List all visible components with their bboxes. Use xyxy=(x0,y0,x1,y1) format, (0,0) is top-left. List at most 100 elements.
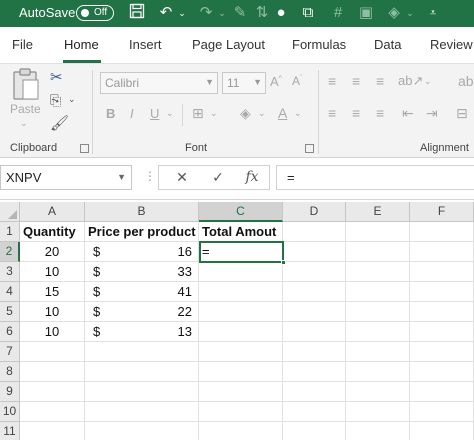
cell[interactable] xyxy=(199,402,283,422)
formula-bar-grip-icon[interactable]: ⋮ xyxy=(144,169,156,183)
cell[interactable] xyxy=(85,362,199,382)
format-painter-qat-icon[interactable]: ✎ xyxy=(230,3,250,23)
borders-dropdown-icon[interactable]: ⌄ xyxy=(210,108,218,119)
tab-review[interactable]: Review xyxy=(430,37,473,52)
cell[interactable] xyxy=(283,402,346,422)
cell[interactable] xyxy=(85,342,199,362)
wrap-text-icon[interactable]: ab xyxy=(458,73,474,89)
increase-font-size-icon[interactable]: A^ xyxy=(270,74,282,89)
autosave-toggle[interactable]: Off xyxy=(76,5,114,21)
formula-input[interactable]: = xyxy=(276,165,474,190)
price-cell[interactable]: $13 xyxy=(85,322,199,342)
column-header-c[interactable]: C xyxy=(199,202,283,222)
row-header-10[interactable]: 10 xyxy=(0,402,20,422)
cell[interactable] xyxy=(199,382,283,402)
font-dialog-launcher-icon[interactable] xyxy=(305,144,314,153)
cell-c1[interactable]: Total Amout xyxy=(199,222,283,242)
cell[interactable] xyxy=(346,262,410,282)
cell[interactable] xyxy=(20,382,85,402)
cell-a1[interactable]: Quantity xyxy=(20,222,85,242)
price-cell[interactable]: $41 xyxy=(85,282,199,302)
decrease-indent-icon[interactable]: ⇤ xyxy=(402,105,414,122)
cell[interactable] xyxy=(346,342,410,362)
cell[interactable] xyxy=(85,402,199,422)
row-header-6[interactable]: 6 xyxy=(0,322,20,342)
align-right-icon[interactable]: ≡ xyxy=(376,105,384,121)
cell[interactable] xyxy=(20,402,85,422)
cell[interactable] xyxy=(283,242,346,262)
quantity-cell[interactable]: 15 xyxy=(20,282,85,302)
cell[interactable] xyxy=(346,402,410,422)
cell[interactable] xyxy=(410,402,474,422)
tab-formulas[interactable]: Formulas xyxy=(292,37,346,52)
tab-page-layout[interactable]: Page Layout xyxy=(192,37,265,52)
merge-center-icon[interactable]: ⊟ xyxy=(456,105,468,122)
price-cell[interactable]: $22 xyxy=(85,302,199,322)
row-header-9[interactable]: 9 xyxy=(0,382,20,402)
column-header-f[interactable]: F xyxy=(410,202,474,222)
cell[interactable] xyxy=(20,362,85,382)
total-cell[interactable] xyxy=(199,322,283,342)
save-icon[interactable] xyxy=(126,3,148,23)
cell[interactable] xyxy=(199,422,283,440)
row-header-3[interactable]: 3 xyxy=(0,262,20,282)
quantity-cell[interactable]: 10 xyxy=(20,322,85,342)
camera-icon[interactable]: ▣ xyxy=(356,3,376,23)
quantity-cell[interactable]: 20 xyxy=(20,242,85,262)
font-size-combo[interactable]: 11 ▼ xyxy=(222,72,266,94)
cut-icon[interactable]: ✂ xyxy=(50,68,63,86)
insert-function-icon[interactable]: fx xyxy=(235,166,269,189)
cell[interactable] xyxy=(283,302,346,322)
bottom-align-icon[interactable]: ≡ xyxy=(376,73,384,89)
cell[interactable] xyxy=(410,282,474,302)
total-cell[interactable] xyxy=(199,302,283,322)
column-header-b[interactable]: B xyxy=(85,202,199,222)
cell[interactable] xyxy=(410,242,474,262)
cell[interactable] xyxy=(199,342,283,362)
total-cell[interactable] xyxy=(199,262,283,282)
fill-color-dropdown-icon[interactable]: ⌄ xyxy=(258,108,266,119)
cell[interactable] xyxy=(346,362,410,382)
name-box-dropdown-icon[interactable]: ▼ xyxy=(117,172,126,182)
align-left-icon[interactable]: ≡ xyxy=(328,105,336,121)
customize-qat-icon[interactable]: ⩡ xyxy=(426,3,440,23)
cell[interactable] xyxy=(410,222,474,242)
row-header-7[interactable]: 7 xyxy=(0,342,20,362)
select-all-button[interactable] xyxy=(0,202,20,222)
redo-icon[interactable]: ↷ xyxy=(196,3,216,23)
cell[interactable] xyxy=(199,362,283,382)
cell[interactable] xyxy=(410,362,474,382)
cell[interactable] xyxy=(283,362,346,382)
quantity-cell[interactable]: 10 xyxy=(20,302,85,322)
cell[interactable] xyxy=(283,342,346,362)
fill-color-dropdown-icon[interactable]: ⌄ xyxy=(404,3,416,23)
row-header-1[interactable]: 1 xyxy=(0,222,20,242)
font-name-dropdown-icon[interactable]: ▼ xyxy=(205,77,214,87)
cell[interactable] xyxy=(85,422,199,440)
name-box[interactable]: XNPV ▼ xyxy=(0,165,132,190)
orientation-dropdown-icon[interactable]: ⌄ xyxy=(424,76,432,87)
price-cell[interactable]: $33 xyxy=(85,262,199,282)
cell[interactable] xyxy=(410,422,474,440)
cell[interactable] xyxy=(283,322,346,342)
cell[interactable] xyxy=(410,302,474,322)
paste-label[interactable]: Paste xyxy=(10,102,41,116)
top-align-icon[interactable]: ≡ xyxy=(328,73,336,89)
column-header-e[interactable]: E xyxy=(346,202,410,222)
cell[interactable] xyxy=(283,262,346,282)
cell[interactable] xyxy=(283,422,346,440)
price-cell[interactable]: $16 xyxy=(85,242,199,262)
fill-color-qat-icon[interactable]: ◈ xyxy=(384,3,404,23)
paste-dropdown-icon[interactable]: ⌄ xyxy=(20,118,28,129)
clipboard-dialog-launcher-icon[interactable] xyxy=(80,144,89,153)
orientation-icon[interactable]: ab↗ xyxy=(398,73,423,89)
cell[interactable] xyxy=(410,342,474,362)
column-header-a[interactable]: A xyxy=(20,202,85,222)
cell-b1[interactable]: Price per product xyxy=(85,222,199,242)
enter-icon[interactable]: ✓ xyxy=(201,166,235,189)
tab-home[interactable]: Home xyxy=(64,37,99,52)
middle-align-icon[interactable]: ≡ xyxy=(352,73,360,89)
increase-indent-icon[interactable]: ⇥ xyxy=(426,105,438,122)
tab-insert[interactable]: Insert xyxy=(129,37,162,52)
quantity-cell[interactable]: 10 xyxy=(20,262,85,282)
